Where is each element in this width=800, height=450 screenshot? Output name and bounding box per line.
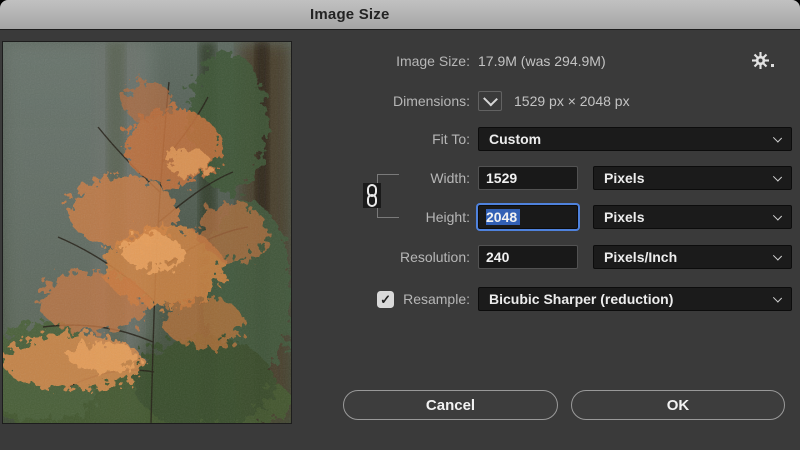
height-row: Height: 2048 Pixels — [330, 205, 792, 229]
fit-to-value: Custom — [489, 131, 541, 147]
chevron-down-icon — [773, 251, 782, 260]
width-input[interactable] — [478, 166, 578, 190]
chevron-down-icon — [773, 211, 782, 220]
resample-checkbox[interactable]: ✓ — [377, 291, 394, 308]
constrain-bracket-line — [377, 217, 399, 218]
fit-to-select[interactable]: Custom — [478, 127, 792, 151]
height-unit-value: Pixels — [604, 209, 644, 225]
options-menu-button[interactable] — [752, 52, 774, 69]
height-input[interactable]: 2048 — [478, 205, 578, 229]
link-icon — [366, 184, 378, 207]
fit-to-row: Fit To: Custom — [330, 127, 792, 151]
width-unit-select[interactable]: Pixels — [593, 166, 792, 190]
width-row: Width: Pixels — [330, 166, 792, 190]
resolution-unit-value: Pixels/Inch — [604, 249, 677, 265]
resolution-input[interactable] — [478, 245, 578, 269]
constrain-bracket-line — [377, 174, 399, 175]
height-label: Height: — [330, 209, 470, 225]
forest-photo-illustration — [3, 42, 291, 423]
resample-row: ✓ Resample: Bicubic Sharper (reduction) — [330, 287, 792, 311]
check-icon: ✓ — [380, 293, 391, 306]
cancel-button[interactable]: Cancel — [343, 390, 558, 420]
resample-method-select[interactable]: Bicubic Sharper (reduction) — [478, 287, 792, 311]
width-label: Width: — [330, 170, 470, 186]
dimensions-unit-toggle[interactable] — [478, 91, 502, 111]
dimensions-row: Dimensions: 1529 px × 2048 px — [330, 89, 792, 113]
chevron-down-icon — [773, 133, 782, 142]
chevron-down-icon — [773, 172, 782, 181]
resample-label-cell: ✓ Resample: — [330, 291, 470, 308]
gear-icon — [752, 52, 769, 69]
chevron-down-icon — [483, 92, 498, 107]
dialog-titlebar[interactable]: Image Size — [0, 0, 800, 30]
dialog-title: Image Size — [310, 6, 390, 23]
image-size-value: 17.9M (was 294.9M) — [478, 53, 606, 69]
height-unit-select[interactable]: Pixels — [593, 205, 792, 229]
image-size-dialog: Image Size — [0, 0, 800, 450]
ok-button[interactable]: OK — [571, 390, 785, 420]
resolution-row: Resolution: Pixels/Inch — [330, 245, 792, 269]
dimensions-value: 1529 px × 2048 px — [514, 93, 630, 109]
height-selected-text: 2048 — [486, 209, 520, 225]
resolution-label: Resolution: — [330, 249, 470, 265]
width-unit-value: Pixels — [604, 170, 644, 186]
fit-to-label: Fit To: — [330, 131, 470, 147]
constrain-proportions-toggle[interactable] — [363, 183, 381, 208]
image-preview — [3, 42, 291, 423]
resample-method-value: Bicubic Sharper (reduction) — [489, 291, 673, 307]
resample-label: Resample: — [403, 291, 470, 307]
image-size-label: Image Size: — [330, 53, 470, 69]
chevron-down-icon — [773, 293, 782, 302]
image-size-summary-row: Image Size: 17.9M (was 294.9M) — [330, 49, 792, 73]
resolution-unit-select[interactable]: Pixels/Inch — [593, 245, 792, 269]
dimensions-label: Dimensions: — [330, 93, 470, 109]
menu-arrow-dot — [771, 64, 774, 67]
